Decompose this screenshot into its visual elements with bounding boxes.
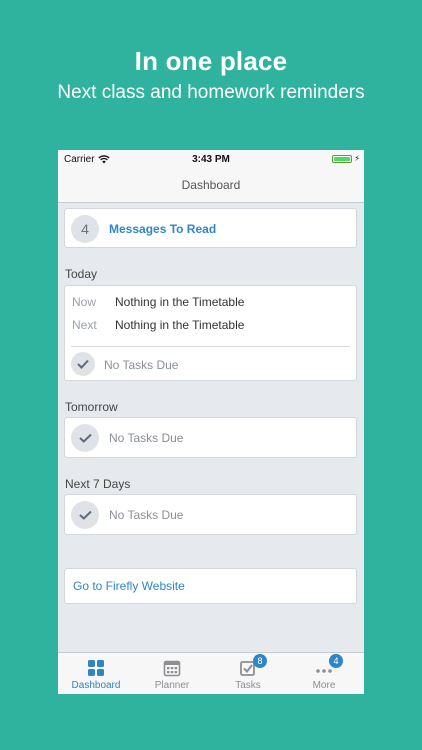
firefly-website-link[interactable]: Go to Firefly Website bbox=[73, 579, 185, 593]
promo-subheadline: Next class and homework reminders bbox=[57, 82, 365, 103]
firefly-website-card[interactable]: Go to Firefly Website bbox=[64, 568, 357, 604]
status-time: 3:43 PM bbox=[192, 154, 230, 165]
dashboard-grid-icon bbox=[88, 660, 104, 676]
now-label: Now bbox=[72, 295, 97, 309]
next-7-days-tasks-status: No Tasks Due bbox=[109, 508, 184, 522]
today-card: Now Nothing in the Timetable Next Nothin… bbox=[64, 285, 357, 381]
divider bbox=[71, 346, 350, 347]
today-tasks-status: No Tasks Due bbox=[104, 358, 179, 372]
check-icon bbox=[71, 424, 99, 452]
check-icon bbox=[71, 352, 95, 376]
tab-bar: Dashboard Planner 8 Tasks 4 More bbox=[58, 652, 364, 694]
calendar-icon bbox=[163, 660, 181, 677]
tab-more[interactable]: 4 More bbox=[286, 653, 362, 694]
battery-icon: ⚡ bbox=[332, 154, 360, 163]
tomorrow-tasks-status: No Tasks Due bbox=[109, 431, 184, 445]
message-count-badge: 4 bbox=[71, 215, 99, 243]
check-icon bbox=[71, 501, 99, 529]
section-next-7-days: Next 7 Days bbox=[65, 477, 131, 491]
next-label: Next bbox=[72, 318, 97, 332]
tab-label: More bbox=[312, 680, 336, 691]
message-count: 4 bbox=[81, 221, 89, 237]
section-today: Today bbox=[65, 267, 98, 281]
tab-dashboard[interactable]: Dashboard bbox=[58, 653, 134, 694]
now-value: Nothing in the Timetable bbox=[115, 295, 245, 309]
nav-title: Dashboard bbox=[58, 168, 364, 203]
phone-screen: Carrier 3:43 PM ⚡ Dashboard 4 Messages T… bbox=[58, 150, 364, 694]
charging-bolt-icon: ⚡ bbox=[354, 154, 360, 163]
section-tomorrow: Tomorrow bbox=[65, 400, 118, 414]
tomorrow-card: No Tasks Due bbox=[64, 417, 357, 458]
tab-label: Tasks bbox=[235, 680, 261, 691]
tasks-badge: 8 bbox=[253, 654, 267, 668]
next-7-days-card: No Tasks Due bbox=[64, 494, 357, 535]
status-bar: Carrier 3:43 PM ⚡ bbox=[58, 150, 364, 168]
tab-label: Planner bbox=[154, 680, 190, 691]
next-value: Nothing in the Timetable bbox=[115, 318, 245, 332]
tab-tasks[interactable]: 8 Tasks bbox=[210, 653, 286, 694]
messages-link[interactable]: Messages To Read bbox=[109, 222, 216, 236]
tab-label: Dashboard bbox=[71, 680, 121, 691]
messages-card[interactable]: 4 Messages To Read bbox=[64, 208, 357, 248]
promo-headline: In one place bbox=[134, 46, 288, 76]
tab-planner[interactable]: Planner bbox=[134, 653, 210, 694]
more-badge: 4 bbox=[329, 654, 343, 668]
